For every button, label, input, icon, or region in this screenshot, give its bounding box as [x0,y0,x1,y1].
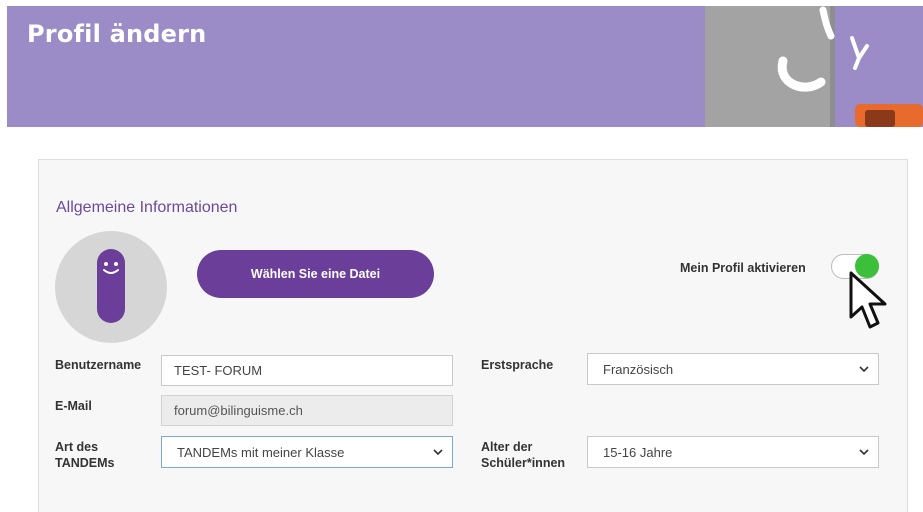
mouse-pointer-icon [849,271,887,329]
chevron-down-icon [859,366,869,373]
tandem-type-value: TANDEMs mit meiner Klasse [177,444,345,460]
avatar[interactable] [55,231,167,343]
student-age-value: 15-16 Jahre [603,444,673,460]
activate-profile-label: Mein Profil aktivieren [680,261,806,275]
smiley-character-icon [97,249,125,323]
choose-file-button[interactable]: Wählen Sie eine Datei [197,250,434,298]
username-input[interactable]: TEST- FORUM [161,355,453,386]
email-field: forum@bilinguisme.ch [161,395,453,426]
first-language-label: Erstsprache [481,358,554,372]
first-language-value: Französisch [603,361,674,377]
email-label: E-Mail [55,399,92,413]
student-age-select[interactable]: 15-16 Jahre [587,436,879,468]
student-age-label: Alter der Schüler*innen [481,439,565,471]
tandem-type-label: Art des TANDEMs [55,439,115,471]
tandem-type-select[interactable]: TANDEMs mit meiner Klasse [161,436,453,468]
header-banner: Profil ändern [7,6,923,127]
chevron-down-icon [433,449,443,456]
username-label: Benutzername [55,358,142,372]
mascot-illustration [705,6,923,127]
tandem-type-label-line2: TANDEMs [55,456,115,470]
chevron-down-icon [859,449,869,456]
first-language-select[interactable]: Französisch [587,353,879,385]
section-title: Allgemeine Informationen [56,199,238,216]
student-age-label-line1: Alter der [481,440,533,454]
tandem-type-label-line1: Art des [55,440,99,454]
student-age-label-line2: Schüler*innen [481,456,566,470]
page-title: Profil ändern [27,20,207,48]
